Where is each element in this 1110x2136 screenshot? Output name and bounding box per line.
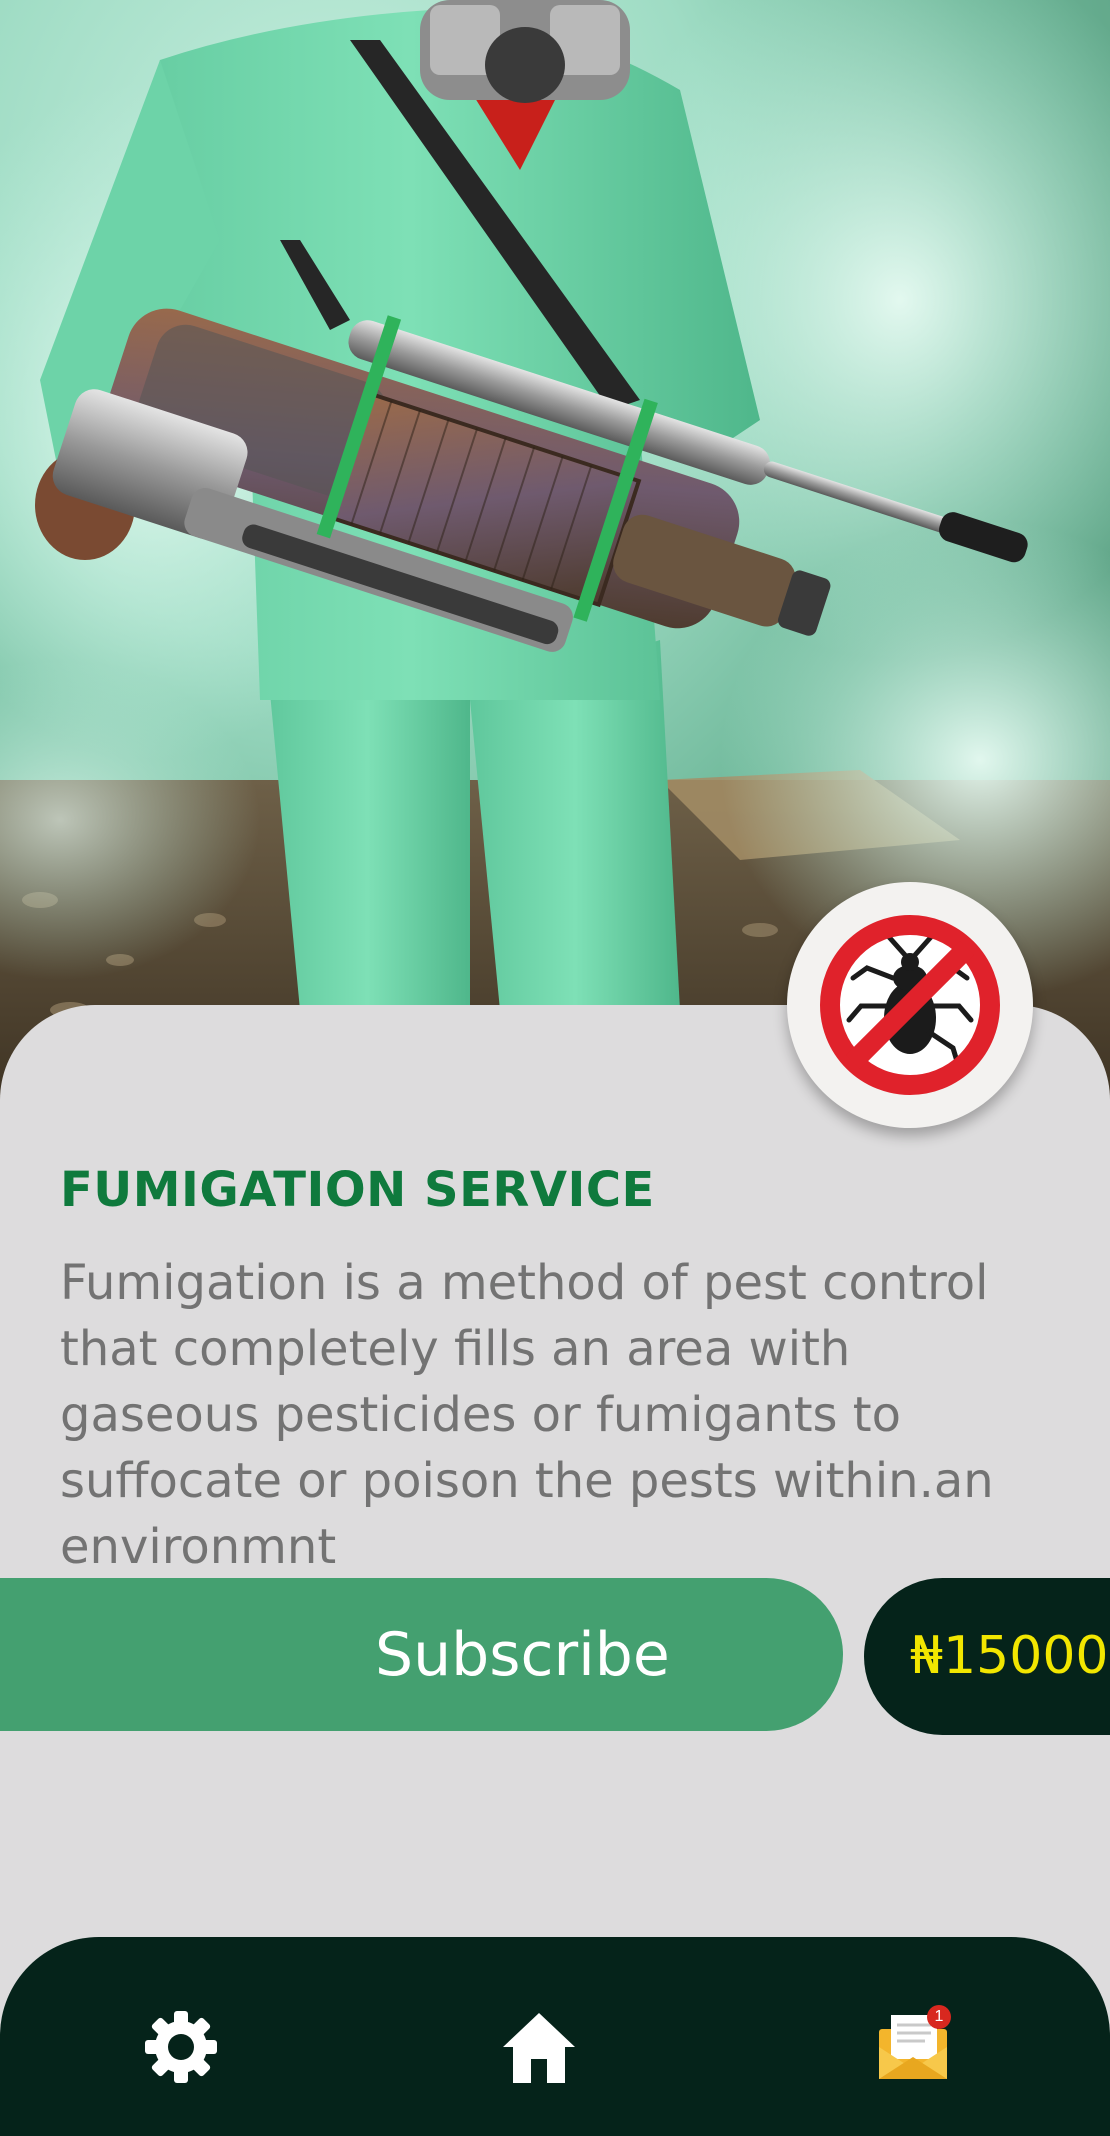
home-icon (503, 2013, 575, 2083)
subscribe-button[interactable]: Subscribe (0, 1578, 843, 1731)
bottom-navigation: 1 (0, 1937, 1110, 2136)
nav-home-button[interactable] (499, 2007, 579, 2087)
pest-control-badge (787, 882, 1033, 1128)
price-tag: ₦15000 (864, 1578, 1110, 1735)
nav-settings-button[interactable] (141, 2007, 221, 2087)
gear-icon (145, 2011, 217, 2083)
no-pest-icon (820, 915, 1000, 1095)
nav-messages-button[interactable]: 1 (875, 2005, 955, 2087)
service-description: Fumigation is a method of pest control t… (60, 1255, 994, 1575)
service-title: FUMIGATION SERVICE (60, 1162, 655, 1218)
service-detail-screen: FUMIGATION SERVICE Fumigation is a metho… (0, 0, 1110, 2136)
unread-count-badge: 1 (927, 2005, 951, 2029)
